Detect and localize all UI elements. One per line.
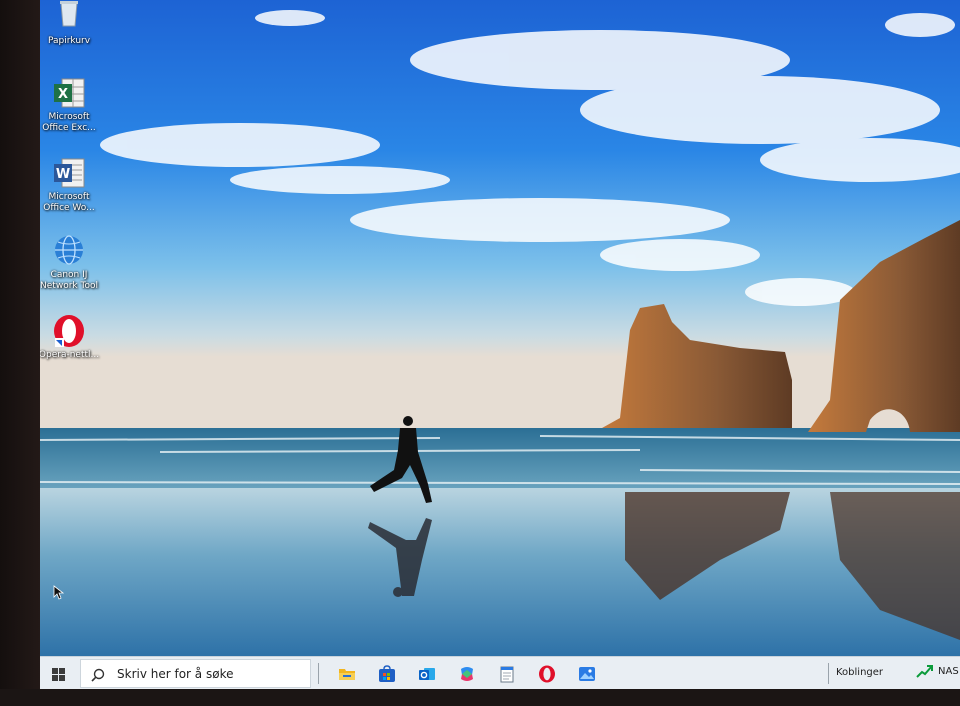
- windows-logo-icon: [51, 667, 65, 681]
- globe-network-icon: [52, 234, 86, 268]
- desktop-icon-word[interactable]: W Microsoft Office Wo...: [40, 156, 102, 214]
- search-icon: [91, 667, 105, 682]
- desktop-icon-label: Papirkurv: [47, 36, 91, 46]
- taskbar: Skriv her for å søke Koblinger NAS: [40, 656, 960, 689]
- search-box[interactable]: Skriv her for å søke: [80, 659, 311, 688]
- desktop-wallpaper: [40, 0, 960, 656]
- recycle-bin-icon: [52, 0, 86, 34]
- desktop-icon-label: Canon IJ Network Tool: [40, 270, 98, 291]
- monitor-bezel-left: [0, 0, 40, 706]
- desktop-icon-recycle-bin[interactable]: Papirkurv: [40, 0, 102, 47]
- svg-text:W: W: [56, 167, 70, 182]
- outlook-icon[interactable]: [418, 665, 436, 683]
- stock-widget[interactable]: NAS: [916, 663, 959, 679]
- mouse-cursor-icon: [53, 585, 65, 604]
- start-button[interactable]: [46, 664, 70, 684]
- taskbar-divider: [318, 663, 319, 684]
- desktop-icon-label: Opera-nettl...: [40, 350, 100, 360]
- svg-text:X: X: [58, 87, 68, 102]
- taskbar-divider: [828, 663, 829, 684]
- stock-ticker: NAS: [938, 665, 959, 677]
- microsoft-store-icon[interactable]: [378, 665, 396, 683]
- desktop-screen: Papirkurv X Microsoft Office Exc... W Mi…: [40, 0, 960, 689]
- desktop-icon-label: Microsoft Office Exc...: [42, 112, 96, 133]
- search-placeholder: Skriv her for å søke: [117, 666, 234, 681]
- photos-icon[interactable]: [578, 665, 596, 683]
- monitor-bezel-bottom: [0, 689, 960, 706]
- desktop-icon-label: Microsoft Office Wo...: [43, 192, 95, 213]
- opera-icon[interactable]: [538, 665, 556, 683]
- desktop-icon-opera[interactable]: Opera-nettl...: [40, 314, 102, 361]
- links-toolbar-label[interactable]: Koblinger: [836, 667, 883, 678]
- desktop-icon-excel[interactable]: X Microsoft Office Exc...: [40, 76, 102, 134]
- excel-icon: X: [52, 76, 86, 110]
- opera-icon: [52, 314, 86, 348]
- desktop-icon-canon[interactable]: Canon IJ Network Tool: [40, 234, 102, 292]
- word-icon: W: [52, 156, 86, 190]
- notepad-icon[interactable]: [498, 665, 516, 683]
- copilot-icon[interactable]: [458, 665, 476, 683]
- file-explorer-icon[interactable]: [338, 665, 356, 683]
- stock-up-icon: [916, 665, 933, 678]
